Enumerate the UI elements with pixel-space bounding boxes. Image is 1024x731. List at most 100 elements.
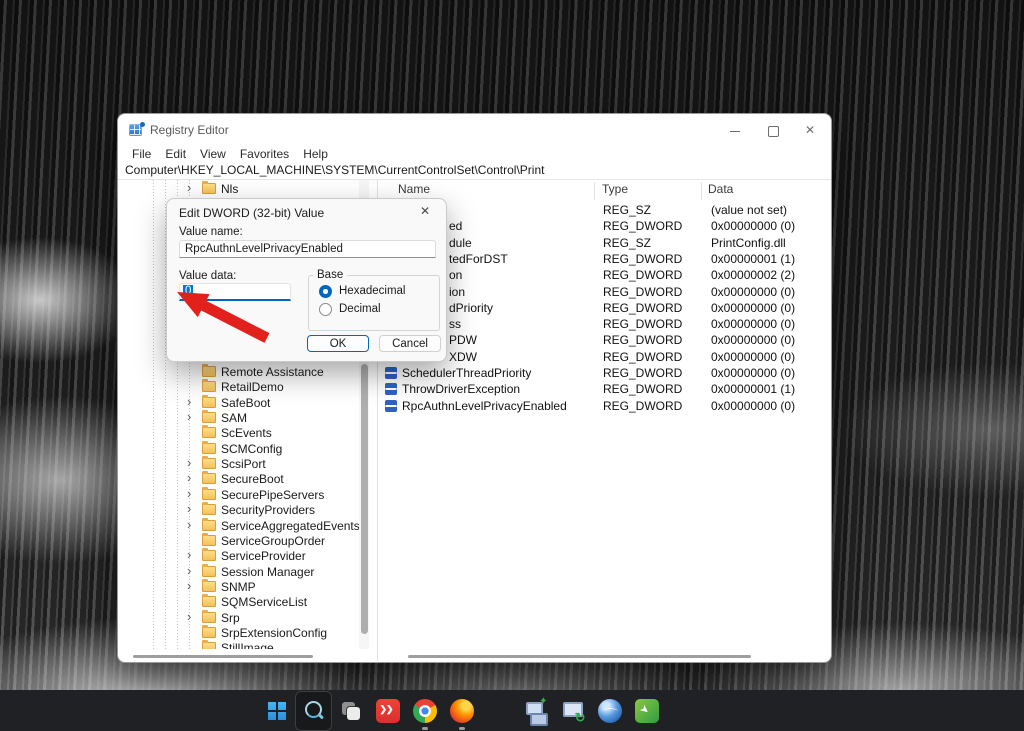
menu-help[interactable]: Help	[296, 147, 335, 162]
tree-item-label: SecurePipeServers	[221, 487, 325, 502]
taskbar-task-view-icon[interactable]	[332, 691, 369, 731]
registry-editor-icon	[129, 122, 145, 138]
menu-view[interactable]: View	[193, 147, 233, 162]
value-name-field[interactable]: RpcAuthnLevelPrivacyEnabled	[179, 240, 436, 258]
value-data: 0x00000001 (1)	[711, 382, 796, 397]
tree-item-label: SecureBoot	[221, 472, 284, 487]
value-name-fragment: ed	[449, 219, 463, 234]
value-data: 0x00000000 (0)	[711, 333, 796, 348]
address-bar[interactable]: Computer\HKEY_LOCAL_MACHINE\SYSTEM\Curre…	[125, 163, 544, 179]
value-type: REG_DWORD	[603, 333, 683, 348]
value-row-rpcauthnlevelprivacyenabled[interactable]: RpcAuthnLevelPrivacyEnabled REG_DWORD 0x00…	[118, 398, 831, 414]
tree-item-securityproviders[interactable]: › SecurityProviders	[118, 502, 358, 518]
taskbar-remote-pc-icon[interactable]	[517, 691, 554, 731]
tree-item-label: SQMServiceList	[221, 595, 308, 610]
value-type: REG_DWORD	[603, 219, 683, 234]
chevron-right-icon[interactable]: ›	[187, 563, 197, 578]
tree-item-scevents[interactable]: ScEvents	[118, 425, 358, 440]
radio-unselected-icon[interactable]	[319, 302, 332, 316]
value-name-fragment: dPriority	[449, 300, 494, 315]
taskbar-firefox-icon[interactable]	[443, 691, 480, 731]
running-indicator	[421, 726, 428, 730]
column-separator[interactable]	[701, 182, 702, 200]
tree-item-scsiport[interactable]: › ScsiPort	[118, 456, 358, 472]
radio-selected-icon[interactable]	[319, 284, 332, 298]
file-explorer-icon	[487, 699, 511, 723]
ok-button[interactable]: OK	[307, 335, 369, 352]
value-data: 0x00000000 (0)	[711, 366, 796, 380]
tree-item-serviceprovider[interactable]: › ServiceProvider	[118, 548, 358, 564]
chevron-right-icon[interactable]: ›	[187, 502, 197, 516]
value-data-input[interactable]: 0	[179, 283, 291, 301]
dialog-close-icon[interactable]	[420, 204, 436, 220]
tree-item-srpextensionconfig[interactable]: SrpExtensionConfig	[118, 624, 358, 640]
tree-item-label: ScsiPort	[221, 457, 266, 472]
minimize-icon[interactable]	[729, 125, 741, 137]
tree-item-servicegrouporder[interactable]: ServiceGroupOrder	[118, 532, 358, 548]
tree-item-scmconfig[interactable]: SCMConfig	[118, 440, 358, 456]
value-data: 0x00000002 (2)	[711, 268, 796, 283]
chevron-right-icon[interactable]: ›	[187, 456, 197, 470]
folder-icon	[202, 486, 216, 500]
taskbar-chrome-icon[interactable]	[406, 691, 443, 731]
tree-item-label: SecurityProviders	[221, 503, 316, 518]
column-header-type[interactable]: Type	[602, 182, 628, 200]
tree-item-label: Srp	[221, 610, 240, 625]
tree-item-session-manager[interactable]: › Session Manager	[118, 563, 358, 579]
taskbar-start-icon[interactable]	[258, 691, 295, 731]
value-type: REG_DWORD	[603, 317, 683, 332]
menu-favorites[interactable]: Favorites	[233, 147, 296, 162]
tree-item-stillimage[interactable]: StillImage	[118, 640, 358, 649]
search-icon	[302, 699, 326, 723]
tree-item-serviceaggregatedevents[interactable]: › ServiceAggregatedEvents	[118, 517, 360, 533]
value-row-throwdriverexception[interactable]: ThrowDriverException REG_DWORD 0x00000001 …	[118, 381, 831, 397]
taskbar-idm-icon[interactable]	[628, 691, 665, 731]
radio-decimal[interactable]: Decimal	[319, 302, 381, 316]
title-bar[interactable]: Registry Editor	[118, 114, 831, 147]
tree-item-label: StillImage	[221, 641, 274, 649]
menu-file[interactable]: File	[125, 147, 158, 162]
taskbar-pc-sync-icon[interactable]	[554, 691, 591, 731]
red-app-icon	[375, 698, 400, 723]
folder-icon	[202, 640, 216, 649]
taskbar-red-app-icon[interactable]	[369, 691, 406, 731]
radio-hexadecimal[interactable]: Hexadecimal	[319, 284, 405, 298]
window-title: Registry Editor	[150, 123, 229, 137]
chevron-right-icon[interactable]: ›	[187, 486, 197, 501]
taskbar-blue-globe-icon[interactable]	[591, 691, 628, 731]
menu-bar: File Edit View Favorites Help	[125, 147, 335, 162]
idm-icon	[634, 698, 659, 723]
close-icon[interactable]	[805, 123, 817, 137]
column-separator[interactable]	[594, 182, 595, 200]
chevron-right-icon[interactable]: ›	[187, 471, 197, 485]
chevron-right-icon[interactable]: ›	[187, 578, 197, 593]
registry-editor-window: Registry Editor FileEditViewFavoritesHel…	[117, 113, 832, 663]
value-data: 0x00000000 (0)	[711, 398, 796, 413]
folder-icon	[202, 517, 216, 531]
tree-item-secureboot[interactable]: › SecureBoot	[118, 471, 358, 487]
value-name: SchedulerThreadPriority	[402, 366, 532, 380]
selected-text: 0	[183, 285, 194, 297]
value-name-fragment: on	[449, 268, 463, 283]
chevron-right-icon[interactable]: ›	[187, 609, 197, 624]
chevron-right-icon[interactable]: ›	[187, 517, 197, 532]
chevron-right-icon[interactable]: ›	[187, 548, 197, 562]
taskbar-search-icon[interactable]	[295, 690, 332, 731]
value-name-fragment: PDW	[449, 333, 477, 348]
menu-edit[interactable]: Edit	[158, 147, 193, 162]
tree-item-sqmservicelist[interactable]: SQMServiceList	[118, 594, 358, 609]
value-name-label: Value name:	[179, 226, 243, 238]
tree-item-label: ServiceProvider	[221, 549, 306, 564]
maximize-icon[interactable]	[767, 125, 779, 137]
column-header-data[interactable]: Data	[708, 182, 733, 200]
cancel-button[interactable]: Cancel	[379, 335, 441, 352]
taskbar-file-explorer-icon[interactable]	[480, 691, 517, 731]
tree-item-securepipeservers[interactable]: › SecurePipeServers	[118, 486, 358, 502]
tree-item-srp[interactable]: › Srp	[118, 609, 358, 625]
tree-item-label: ScEvents	[221, 426, 272, 441]
tree-horizontal-scrollbar[interactable]	[133, 655, 313, 658]
list-horizontal-scrollbar[interactable]	[408, 655, 751, 658]
value-row-schedulerthreadpriority[interactable]: SchedulerThreadPriority REG_DWORD 0x000000…	[118, 365, 831, 381]
tree-item-snmp[interactable]: › SNMP	[118, 578, 358, 594]
taskbar	[0, 690, 1024, 731]
